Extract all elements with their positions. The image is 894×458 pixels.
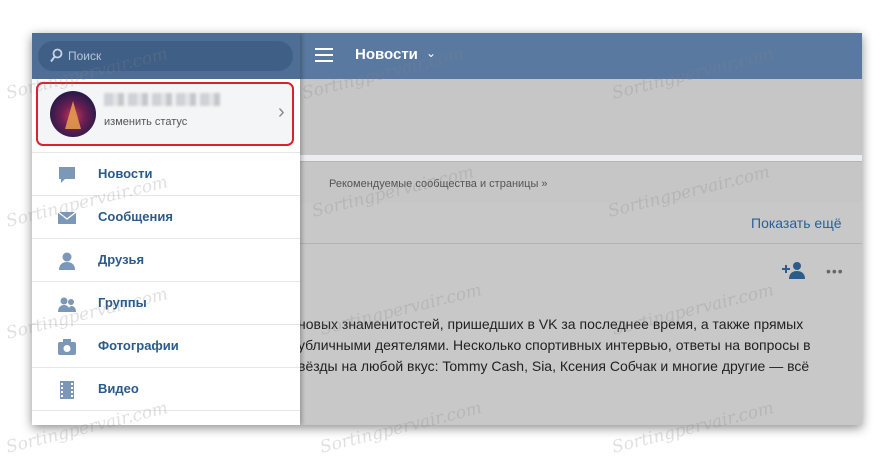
menu-item-label: Группы [98,295,147,310]
add-friend-icon[interactable] [782,261,806,279]
more-options-icon[interactable]: ••• [826,263,844,279]
chevron-right-icon: › [278,101,285,123]
menu-item-label: Фотографии [98,338,179,353]
show-more-link[interactable]: Показать ещё [751,215,842,231]
person-icon [59,252,75,270]
film-icon [60,381,74,399]
menu-item-messages[interactable]: Сообщения [32,196,300,239]
recommended-communities-link[interactable]: Рекомендуемые сообщества и страницы » [329,178,548,190]
search-input[interactable]: Поиск [38,41,293,71]
menu-item-label: Видео [98,381,139,396]
menu-item-label: Друзья [98,252,145,267]
post-text: новых знаменитостей, пришедших в VK за п… [298,314,850,377]
page-title[interactable]: Новости [355,46,418,63]
hamburger-menu-icon[interactable] [315,48,333,62]
menu-item-label: Сообщения [98,209,173,224]
profile-card[interactable]: изменить статус › [36,82,294,146]
camera-icon [58,339,76,355]
search-placeholder: Поиск [68,49,102,63]
app-screen: Новости ⌄ Рекомендуемые сообщества и стр… [32,33,862,425]
post-line: вёзды на любой вкус: Tommy Cash, Sia, Кс… [298,358,810,374]
divider [300,243,862,244]
partial-menu-icon [57,424,77,425]
avatar [50,91,96,137]
menu-item-news[interactable]: Новости [32,153,300,196]
chevron-down-icon[interactable]: ⌄ [426,46,436,60]
menu-item-groups[interactable]: Группы [32,282,300,325]
news-icon [59,167,75,183]
search-icon [50,48,63,63]
post-line: новых знаменитостей, пришедших в VK за п… [298,316,804,332]
menu-item-friends[interactable]: Друзья [32,239,300,282]
change-status-label: изменить статус [104,116,188,128]
menu-item-label: Новости [98,166,153,181]
menu-item-partial[interactable] [32,411,300,425]
menu-item-photos[interactable]: Фотографии [32,325,300,368]
drawer-header: Поиск [32,33,300,79]
envelope-icon [57,211,77,224]
post-line: убличными деятелями. Несколько спортивны… [298,337,811,353]
group-icon [58,297,76,312]
side-drawer: Поиск изменить статус › Новости Сообщени… [32,33,300,425]
menu-item-video[interactable]: Видео [32,368,300,411]
profile-name-blurred [104,93,220,106]
feed-block-top [300,79,862,155]
